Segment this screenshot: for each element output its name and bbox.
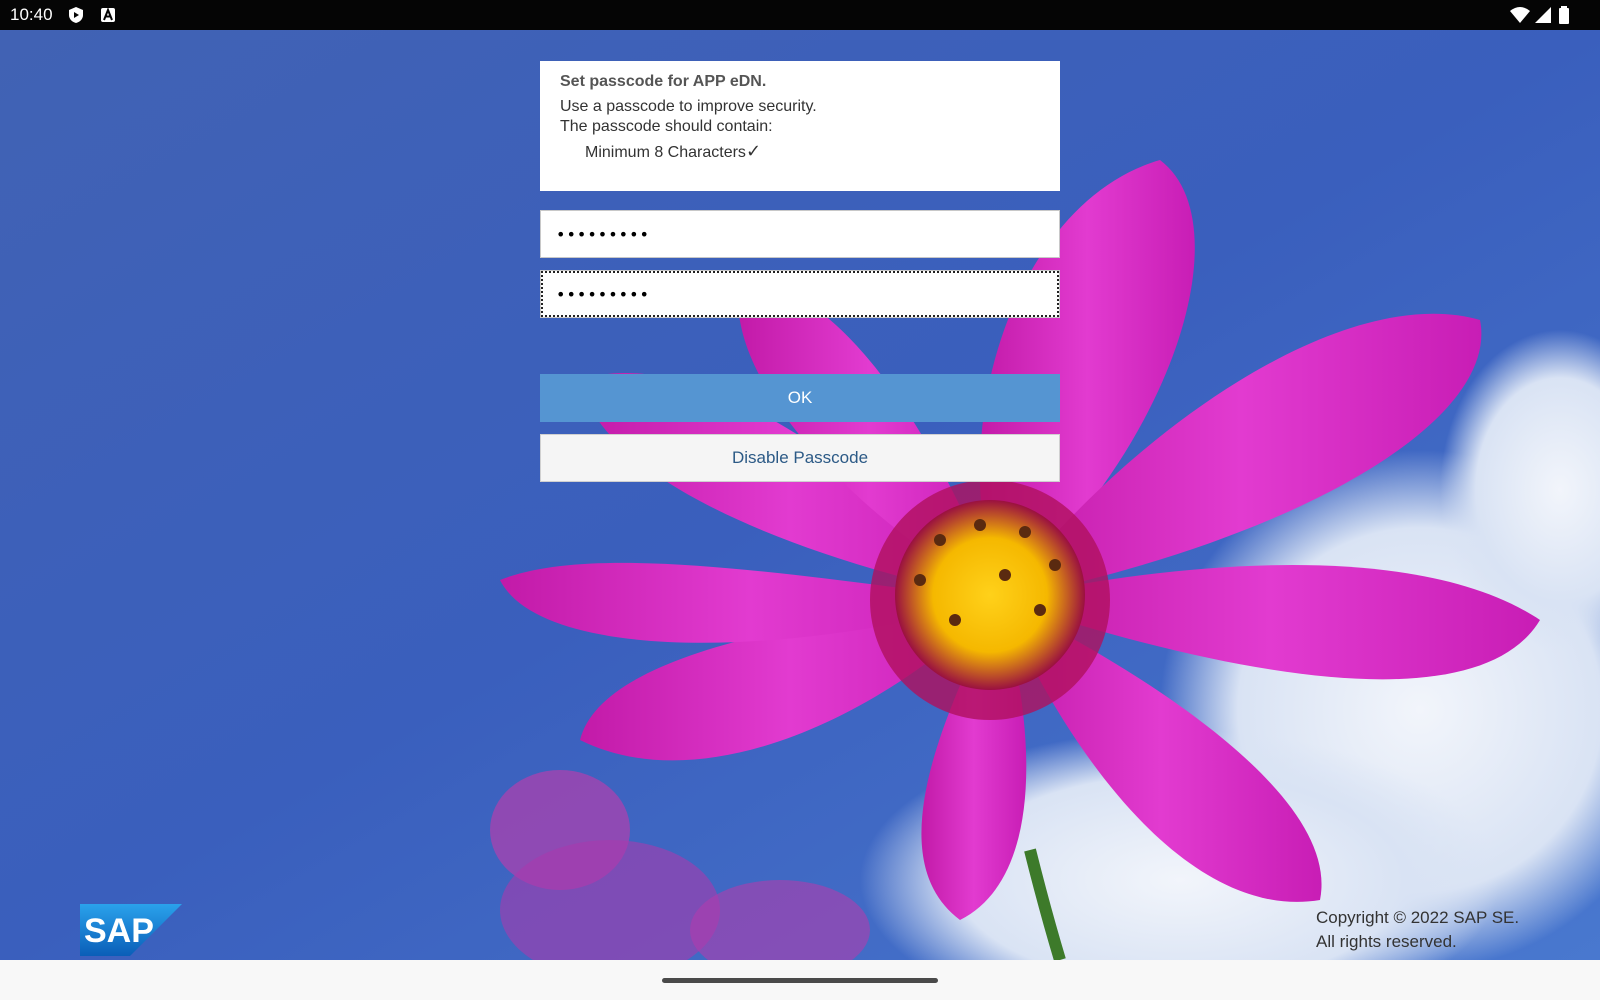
confirm-passcode-input[interactable] bbox=[540, 270, 1060, 318]
wifi-icon bbox=[1510, 6, 1530, 24]
requirement-label: Minimum 8 Characters bbox=[585, 144, 746, 161]
navigation-bar bbox=[0, 960, 1600, 1000]
dialog-title: Set passcode for APP eDN. bbox=[560, 73, 767, 90]
shield-play-icon bbox=[67, 6, 85, 24]
copyright-notice: Copyright © 2022 SAP SE. All rights rese… bbox=[1316, 906, 1519, 954]
sap-logo-text: SAP bbox=[84, 912, 154, 950]
copyright-line-1: Copyright © 2022 SAP SE. bbox=[1316, 908, 1520, 927]
requirement-item: Minimum 8 Characters✓ bbox=[585, 141, 1040, 163]
ok-button[interactable]: OK bbox=[540, 374, 1060, 422]
home-gesture-handle[interactable] bbox=[662, 978, 938, 983]
battery-icon bbox=[1558, 6, 1576, 24]
dialog-requirements-heading: The passcode should contain: bbox=[560, 118, 773, 135]
check-icon: ✓ bbox=[745, 141, 762, 161]
copyright-line-2: All rights reserved. bbox=[1316, 932, 1457, 951]
passcode-input[interactable] bbox=[540, 210, 1060, 258]
dialog-description: Use a passcode to improve security. bbox=[560, 98, 817, 115]
passcode-info-panel: Set passcode for APP eDN. Use a passcode… bbox=[540, 61, 1060, 191]
disable-passcode-button[interactable]: Disable Passcode bbox=[540, 434, 1060, 482]
font-a-icon bbox=[99, 6, 117, 24]
status-time: 10:40 bbox=[10, 5, 53, 24]
cell-signal-icon bbox=[1534, 6, 1552, 24]
status-bar: 10:40 bbox=[0, 0, 1600, 30]
sap-logo: SAP bbox=[80, 904, 182, 961]
